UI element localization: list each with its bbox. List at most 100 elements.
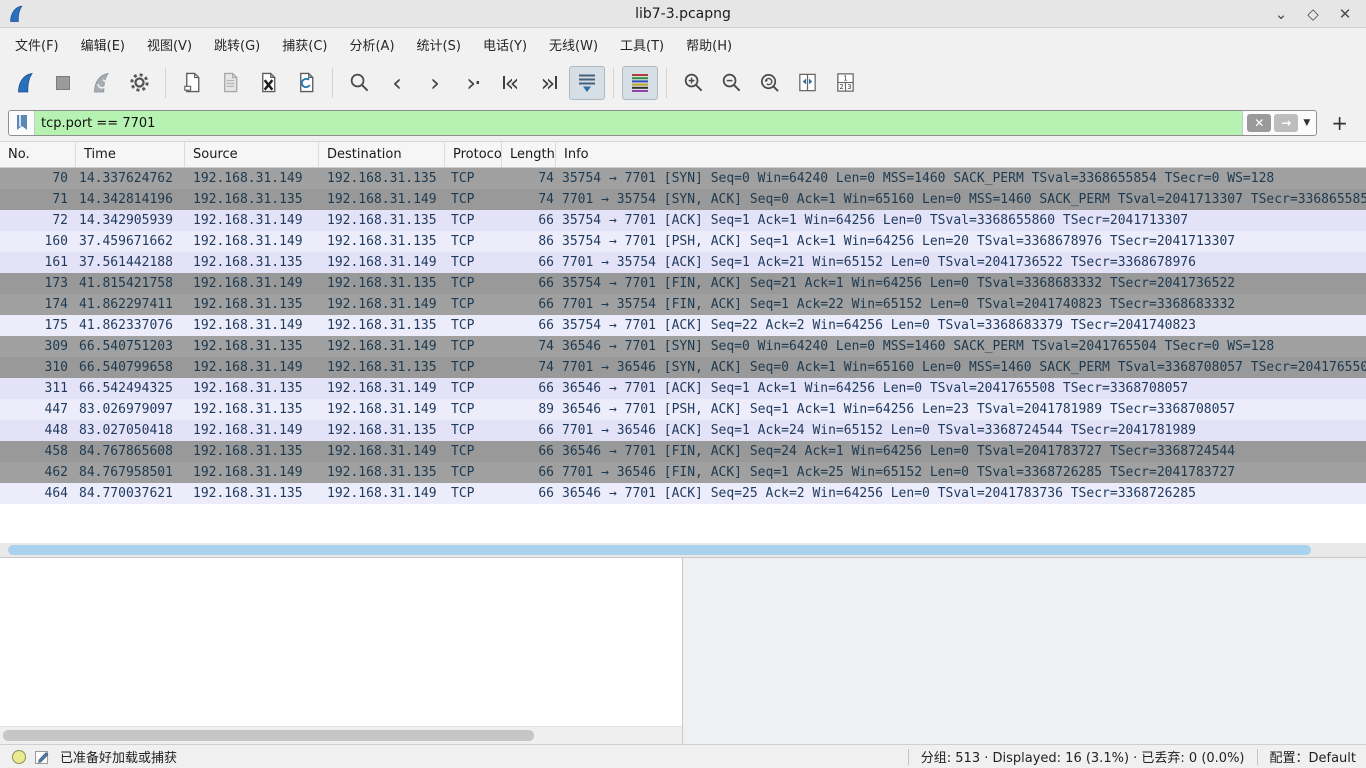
filter-dropdown-icon[interactable]: ▼ (1301, 118, 1312, 128)
packet-cell-length: 66 (502, 252, 556, 273)
packet-row[interactable]: 17341.815421758192.168.31.149192.168.31.… (0, 273, 1366, 294)
wireshark-logo-icon (6, 4, 26, 24)
menu-item-file[interactable]: 文件(F) (4, 30, 70, 59)
packet-cell-source: 192.168.31.135 (185, 189, 319, 210)
packet-row[interactable]: 17441.862297411192.168.31.135192.168.31.… (0, 294, 1366, 315)
colorize-icon (628, 71, 652, 95)
packet-row[interactable]: 44883.027050418192.168.31.149192.168.31.… (0, 420, 1366, 441)
packet-cell-info: 36546 → 7701 [ACK] Seq=1 Ack=1 Win=64256… (556, 378, 1366, 399)
details-hscroll-thumb[interactable] (3, 730, 534, 741)
go-back-button[interactable]: ‹ (379, 66, 415, 100)
restart-capture-button[interactable] (83, 66, 119, 100)
column-header-destination[interactable]: Destination (319, 142, 445, 167)
packet-cell-protocol: TCP (445, 420, 502, 441)
packet-cell-source: 192.168.31.149 (185, 168, 319, 189)
packet-cell-no: 309 (0, 336, 76, 357)
minimize-icon[interactable]: ⌄ (1272, 5, 1290, 23)
go-forward-button[interactable]: › (417, 66, 453, 100)
zoom-out-button[interactable] (713, 66, 749, 100)
packet-cell-length: 74 (502, 168, 556, 189)
capture-options-button[interactable] (121, 66, 157, 100)
filter-add-button[interactable]: + (1317, 111, 1358, 135)
save-file-button[interactable] (212, 66, 248, 100)
menu-item-go[interactable]: 跳转(G) (203, 30, 271, 59)
gear-icon (128, 71, 151, 94)
filter-clear-icon[interactable]: ✕ (1247, 114, 1271, 132)
display-filter-input[interactable] (35, 116, 1242, 131)
packet-cell-destination: 192.168.31.149 (319, 441, 445, 462)
search-icon (348, 71, 371, 94)
zoom-in-button[interactable] (675, 66, 711, 100)
packet-row[interactable]: 16037.459671662192.168.31.149192.168.31.… (0, 231, 1366, 252)
column-header-time[interactable]: Time (76, 142, 185, 167)
packet-row[interactable]: 7214.342905939192.168.31.149192.168.31.1… (0, 210, 1366, 231)
reload-file-button[interactable] (288, 66, 324, 100)
packet-row[interactable]: 30966.540751203192.168.31.135192.168.31.… (0, 336, 1366, 357)
menu-item-capture[interactable]: 捕获(C) (271, 30, 338, 59)
packet-row[interactable]: 31066.540799658192.168.31.149192.168.31.… (0, 357, 1366, 378)
packet-row[interactable]: 46484.770037621192.168.31.135192.168.31.… (0, 483, 1366, 504)
menu-item-telephony[interactable]: 电话(Y) (472, 30, 538, 59)
packet-cell-no: 160 (0, 231, 76, 252)
packet-row[interactable]: 16137.561442188192.168.31.135192.168.31.… (0, 252, 1366, 273)
packet-row[interactable]: 17541.862337076192.168.31.149192.168.31.… (0, 315, 1366, 336)
expert-info-icon[interactable] (12, 750, 26, 764)
status-ready-text: 已准备好加载或捕获 (60, 747, 177, 766)
go-last-button[interactable]: » (531, 66, 567, 100)
restart-fin-icon (89, 71, 113, 95)
packet-cell-no: 464 (0, 483, 76, 504)
close-icon[interactable]: ✕ (1336, 5, 1354, 23)
resize-columns-button[interactable] (789, 66, 825, 100)
stop-square-icon (56, 76, 70, 90)
capture-comment-icon[interactable] (34, 749, 50, 765)
packet-row[interactable]: 7114.342814196192.168.31.135192.168.31.1… (0, 189, 1366, 210)
column-header-length[interactable]: Length (502, 142, 556, 167)
packet-cell-length: 66 (502, 462, 556, 483)
go-to-packet-button[interactable]: ›· (455, 66, 491, 100)
column-header-no[interactable]: No. (0, 142, 76, 167)
packet-row[interactable]: 46284.767958501192.168.31.149192.168.31.… (0, 462, 1366, 483)
packet-row[interactable]: 31166.542494325192.168.31.135192.168.31.… (0, 378, 1366, 399)
menu-item-help[interactable]: 帮助(H) (675, 30, 743, 59)
menu-item-statistics[interactable]: 统计(S) (406, 30, 472, 59)
menu-item-tools[interactable]: 工具(T) (609, 30, 675, 59)
find-packet-button[interactable] (341, 66, 377, 100)
menu-item-analyze[interactable]: 分析(A) (338, 30, 405, 59)
stop-capture-button[interactable] (45, 66, 81, 100)
column-display-icon: 1 2 3 (834, 71, 857, 94)
filter-apply-icon[interactable]: → (1274, 114, 1298, 132)
packet-cell-time: 66.540799658 (76, 357, 185, 378)
go-first-button[interactable]: « (493, 66, 529, 100)
column-display-button[interactable]: 1 2 3 (827, 66, 863, 100)
packet-row[interactable]: 7014.337624762192.168.31.149192.168.31.1… (0, 168, 1366, 189)
packet-cell-no: 462 (0, 462, 76, 483)
menu-item-edit[interactable]: 编辑(E) (70, 30, 136, 59)
filter-bookmark-icon[interactable] (9, 111, 35, 135)
packet-cell-destination: 192.168.31.149 (319, 483, 445, 504)
packet-cell-destination: 192.168.31.135 (319, 462, 445, 483)
menu-item-wireless[interactable]: 无线(W) (538, 30, 609, 59)
column-header-source[interactable]: Source (185, 142, 319, 167)
profile-text[interactable]: 配置：Default (1270, 747, 1357, 766)
column-header-info[interactable]: Info (556, 142, 1366, 167)
packet-row[interactable]: 45884.767865608192.168.31.135192.168.31.… (0, 441, 1366, 462)
close-file-button[interactable] (250, 66, 286, 100)
last-packet-icon: » (541, 71, 558, 95)
start-capture-button[interactable] (7, 66, 43, 100)
open-file-button[interactable] (174, 66, 210, 100)
colorize-button[interactable] (622, 66, 658, 100)
menu-item-view[interactable]: 视图(V) (136, 30, 203, 59)
packet-cell-destination: 192.168.31.135 (319, 231, 445, 252)
packet-cell-source: 192.168.31.149 (185, 420, 319, 441)
packet-cell-destination: 192.168.31.135 (319, 420, 445, 441)
packet-cell-length: 86 (502, 231, 556, 252)
packet-cell-time: 83.026979097 (76, 399, 185, 420)
zoom-reset-button[interactable] (751, 66, 787, 100)
packet-list-hscroll-thumb[interactable] (8, 545, 1311, 555)
column-header-protocol[interactable]: Protocol (445, 142, 502, 167)
zoom-in-icon (682, 71, 705, 94)
packet-row[interactable]: 44783.026979097192.168.31.135192.168.31.… (0, 399, 1366, 420)
auto-scroll-button[interactable] (569, 66, 605, 100)
packet-cell-destination: 192.168.31.135 (319, 210, 445, 231)
maximize-icon[interactable]: ◇ (1304, 5, 1322, 23)
